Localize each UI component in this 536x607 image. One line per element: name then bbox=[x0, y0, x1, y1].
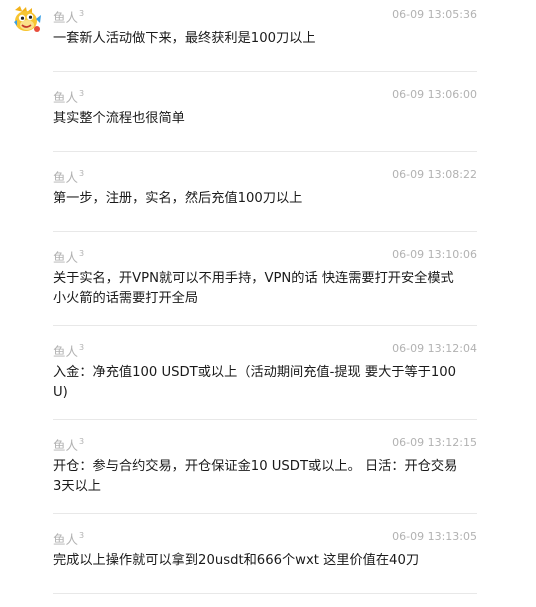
sender-badge: 3 bbox=[79, 531, 85, 540]
message-divider bbox=[53, 151, 477, 152]
message-divider bbox=[53, 593, 477, 594]
avatar[interactable] bbox=[12, 4, 42, 34]
message-time: 06-09 13:13:05 bbox=[392, 530, 477, 543]
sender-badge: 3 bbox=[79, 343, 85, 352]
sender-name[interactable]: 鱼人3 bbox=[53, 167, 84, 186]
sender-name[interactable]: 鱼人3 bbox=[53, 247, 84, 266]
message-text: 关于实名，开VPN就可以不用手持，VPN的话 快连需要打开安全模式 小火箭的话需… bbox=[53, 271, 454, 306]
message-text: 第一步，注册，实名，然后充值100刀以上 bbox=[53, 191, 303, 206]
sender-name[interactable]: 鱼人3 bbox=[53, 87, 84, 106]
sender-name[interactable]: 鱼人3 bbox=[53, 529, 84, 548]
sender-badge: 3 bbox=[79, 437, 85, 446]
message-divider bbox=[53, 325, 477, 326]
message-text: 一套新人活动做下来，最终获利是100刀以上 bbox=[53, 31, 316, 46]
message-time: 06-09 13:08:22 bbox=[392, 168, 477, 181]
message-divider bbox=[53, 71, 477, 72]
message-time: 06-09 13:12:04 bbox=[392, 342, 477, 355]
message-text: 开仓：参与合约交易，开仓保证金10 USDT或以上。 日活：开仓交易3天以上 bbox=[53, 459, 458, 494]
sender-name[interactable]: 鱼人3 bbox=[53, 7, 84, 26]
chat-history: 鱼人3 06-09 13:05:36 一套新人活动做下来，最终获利是100刀以上… bbox=[0, 0, 536, 607]
sender-badge: 3 bbox=[79, 169, 85, 178]
message-time: 06-09 13:05:36 bbox=[392, 8, 477, 21]
sender-badge: 3 bbox=[79, 9, 85, 18]
sender-badge: 3 bbox=[79, 249, 85, 258]
message-time: 06-09 13:10:06 bbox=[392, 248, 477, 261]
message-text: 完成以上操作就可以拿到20usdt和666个wxt 这里价值在40刀 bbox=[53, 553, 420, 568]
message-divider bbox=[53, 513, 477, 514]
sender-badge: 3 bbox=[79, 89, 85, 98]
sender-name[interactable]: 鱼人3 bbox=[53, 341, 84, 360]
sender-name[interactable]: 鱼人3 bbox=[53, 435, 84, 454]
message-time: 06-09 13:12:15 bbox=[392, 436, 477, 449]
message-time: 06-09 13:06:00 bbox=[392, 88, 477, 101]
message-divider bbox=[53, 419, 477, 420]
message-text: 入金：净充值100 USDT或以上（活动期间充值-提现 要大于等于100U) bbox=[53, 365, 457, 400]
message-divider bbox=[53, 231, 477, 232]
fish-avatar-icon bbox=[14, 6, 41, 32]
message-text: 其实整个流程也很简单 bbox=[53, 111, 185, 126]
